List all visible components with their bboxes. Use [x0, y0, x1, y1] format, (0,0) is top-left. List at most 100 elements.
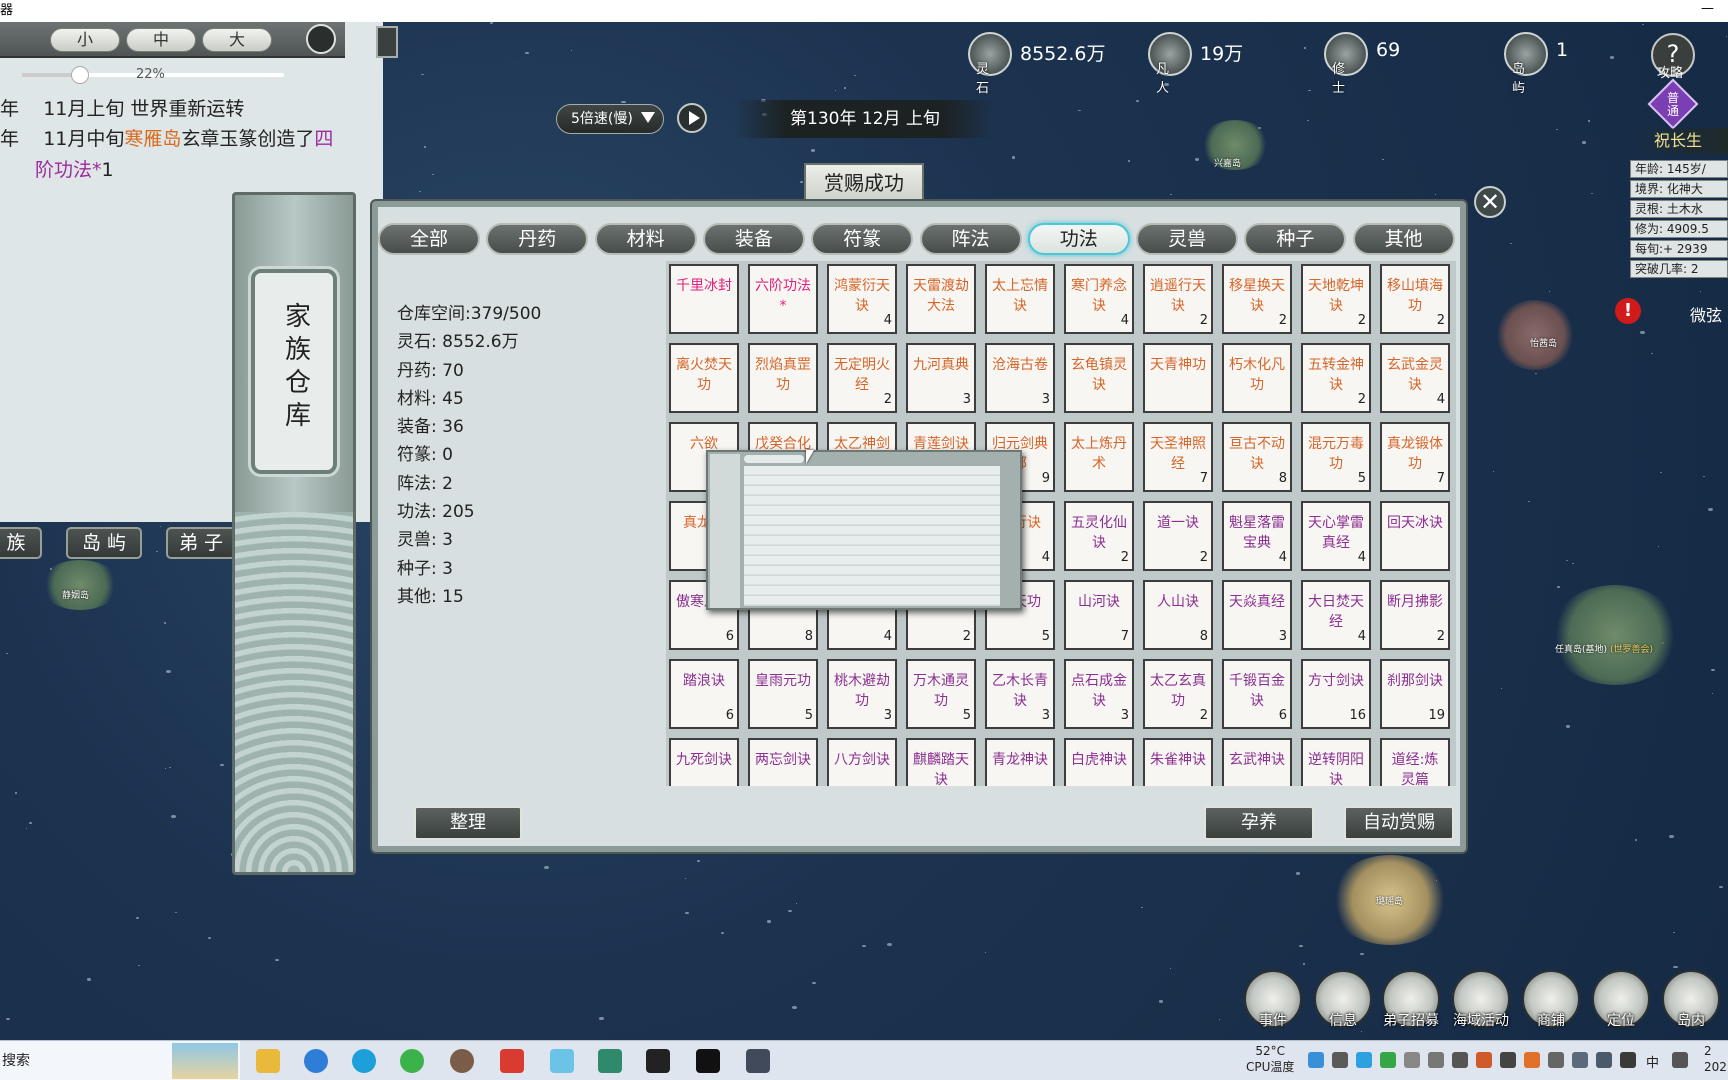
size-medium-button[interactable]: 中	[126, 28, 196, 52]
volume-icon[interactable]	[1620, 1052, 1636, 1068]
item-slot[interactable]: 逍遥行天诀 2	[1143, 264, 1213, 334]
slider-knob[interactable]	[70, 66, 89, 84]
item-slot[interactable]: 无定明火经 2	[827, 343, 897, 413]
drag-preview-popup[interactable]	[706, 450, 1022, 610]
item-slot[interactable]: 麒麟踏天诀	[906, 738, 976, 786]
tab-6[interactable]: 功法	[1027, 223, 1130, 255]
item-slot[interactable]: 天雷渡劫大法	[906, 264, 976, 334]
tab-8[interactable]: 种子	[1244, 223, 1347, 255]
item-slot[interactable]: 太上忘情诀	[985, 264, 1055, 334]
panel-scroll-handle[interactable]	[376, 26, 398, 58]
tab-5[interactable]: 阵法	[919, 223, 1022, 255]
item-slot[interactable]: 两忘剑诀	[748, 738, 818, 786]
item-slot[interactable]: 九河真典 3	[906, 343, 976, 413]
wps-icon[interactable]	[500, 1049, 524, 1073]
action-label[interactable]: 事件	[1259, 1010, 1287, 1030]
tray-icon[interactable]	[1524, 1052, 1540, 1068]
tab-1[interactable]: 丹药	[486, 223, 589, 255]
item-slot[interactable]: 太上炼丹术	[1064, 422, 1134, 492]
tab-7[interactable]: 灵兽	[1136, 223, 1239, 255]
size-large-button[interactable]: 大	[202, 28, 272, 52]
item-slot[interactable]: 千锻百金诀 6	[1222, 659, 1292, 729]
item-slot[interactable]: 断月拂影 2	[1380, 580, 1450, 650]
item-slot[interactable]: 玄武金灵诀 4	[1380, 343, 1450, 413]
item-slot[interactable]: 寒门养念诀 4	[1064, 264, 1134, 334]
item-slot[interactable]: 玄武神诀	[1222, 738, 1292, 786]
tab-4[interactable]: 符篆	[811, 223, 914, 255]
unreal-engine-icon[interactable]	[646, 1049, 670, 1073]
tray-icon[interactable]	[1428, 1052, 1444, 1068]
size-small-button[interactable]: 小	[50, 28, 120, 52]
character-name[interactable]: 祝长生	[1632, 128, 1728, 154]
item-slot[interactable]: 万木通灵功 5	[906, 659, 976, 729]
item-slot[interactable]: 道一诀 2	[1143, 501, 1213, 571]
settings-icon[interactable]	[306, 24, 336, 54]
tray-icon[interactable]	[1672, 1052, 1688, 1068]
close-button[interactable]: ✕	[1474, 186, 1506, 218]
cortana-icon[interactable]	[304, 1049, 328, 1073]
item-slot[interactable]: 五转金神诀 2	[1301, 343, 1371, 413]
action-label[interactable]: 信息	[1329, 1010, 1357, 1030]
item-slot[interactable]: 点石成金诀 3	[1064, 659, 1134, 729]
item-slot[interactable]: 鸿蒙衍天诀 4	[827, 264, 897, 334]
tab-9[interactable]: 其他	[1352, 223, 1455, 255]
download-icon[interactable]	[598, 1049, 622, 1073]
item-slot[interactable]: 太乙玄真功 2	[1143, 659, 1213, 729]
item-slot[interactable]: 烈焰真罡功	[748, 343, 818, 413]
item-slot[interactable]: 混元万毒功 5	[1301, 422, 1371, 492]
island[interactable]	[1495, 300, 1575, 370]
item-slot[interactable]: 天青神功	[1143, 343, 1213, 413]
action-label[interactable]: 定位	[1607, 1010, 1635, 1030]
tray-icon[interactable]	[1356, 1052, 1372, 1068]
item-slot[interactable]: 山河诀 7	[1064, 580, 1134, 650]
item-slot[interactable]: 乙木长青诀 3	[985, 659, 1055, 729]
weitan-label[interactable]: 微弦	[1690, 302, 1722, 326]
item-slot[interactable]: 朽木化凡功	[1222, 343, 1292, 413]
ime-indicator[interactable]: 中	[1646, 1052, 1659, 1071]
tray-icon[interactable]	[1596, 1052, 1612, 1068]
item-slot[interactable]: 踏浪诀 6	[669, 659, 739, 729]
nurture-button[interactable]: 孕养	[1204, 806, 1314, 840]
item-slot[interactable]: 沧海古卷 3	[985, 343, 1055, 413]
tray-icon[interactable]	[1380, 1052, 1396, 1068]
item-slot[interactable]: 刹那剑诀 19	[1380, 659, 1450, 729]
item-slot[interactable]: 道经:炼灵篇	[1380, 738, 1450, 786]
item-slot[interactable]: 八方剑诀	[827, 738, 897, 786]
tab-2[interactable]: 材料	[594, 223, 697, 255]
tray-icon[interactable]	[1404, 1052, 1420, 1068]
tray-icon[interactable]	[1572, 1052, 1588, 1068]
item-slot[interactable]: 青龙神诀	[985, 738, 1055, 786]
item-slot[interactable]: 玄龟镇灵诀	[1064, 343, 1134, 413]
warning-icon[interactable]: !	[1615, 298, 1641, 324]
island[interactable]	[1550, 585, 1680, 685]
item-slot[interactable]: 移山填海功 2	[1380, 264, 1450, 334]
app-icon[interactable]	[550, 1049, 574, 1073]
tray-icon[interactable]	[1308, 1052, 1324, 1068]
tab-3[interactable]: 装备	[702, 223, 805, 255]
item-slot[interactable]: 回天冰诀	[1380, 501, 1450, 571]
item-slot[interactable]: 魁星落雷宝典 4	[1222, 501, 1292, 571]
item-slot[interactable]: 桃木避劫功 3	[827, 659, 897, 729]
item-slot[interactable]: 皇雨元功 5	[748, 659, 818, 729]
nav-disciples-button[interactable]: 弟 子	[166, 527, 236, 559]
island[interactable]	[40, 560, 120, 610]
item-slot[interactable]: 天地乾坤诀 2	[1301, 264, 1371, 334]
item-slot[interactable]: 天心掌雷真经 4	[1301, 501, 1371, 571]
edge-icon[interactable]	[352, 1049, 376, 1073]
item-slot[interactable]: 千里冰封	[669, 264, 739, 334]
nav-islands-button[interactable]: 岛 屿	[66, 527, 142, 559]
item-slot[interactable]: 离火焚天功	[669, 343, 739, 413]
tray-icon[interactable]	[1500, 1052, 1516, 1068]
clock[interactable]: 2 202	[1704, 1043, 1727, 1075]
log-place[interactable]: 寒雁岛	[124, 128, 181, 150]
tray-icon[interactable]	[1476, 1052, 1492, 1068]
item-slot[interactable]: 五灵化仙诀 2	[1064, 501, 1134, 571]
item-slot[interactable]: 天焱真经 3	[1222, 580, 1292, 650]
wechat-icon[interactable]	[400, 1049, 424, 1073]
item-slot[interactable]: 亘古不动诀 8	[1222, 422, 1292, 492]
item-slot[interactable]: 六阶功法*	[748, 264, 818, 334]
file-explorer-icon[interactable]	[256, 1049, 280, 1073]
item-slot[interactable]: 方寸剑诀 16	[1301, 659, 1371, 729]
play-button[interactable]	[677, 103, 707, 133]
item-slot[interactable]: 白虎神诀	[1064, 738, 1134, 786]
